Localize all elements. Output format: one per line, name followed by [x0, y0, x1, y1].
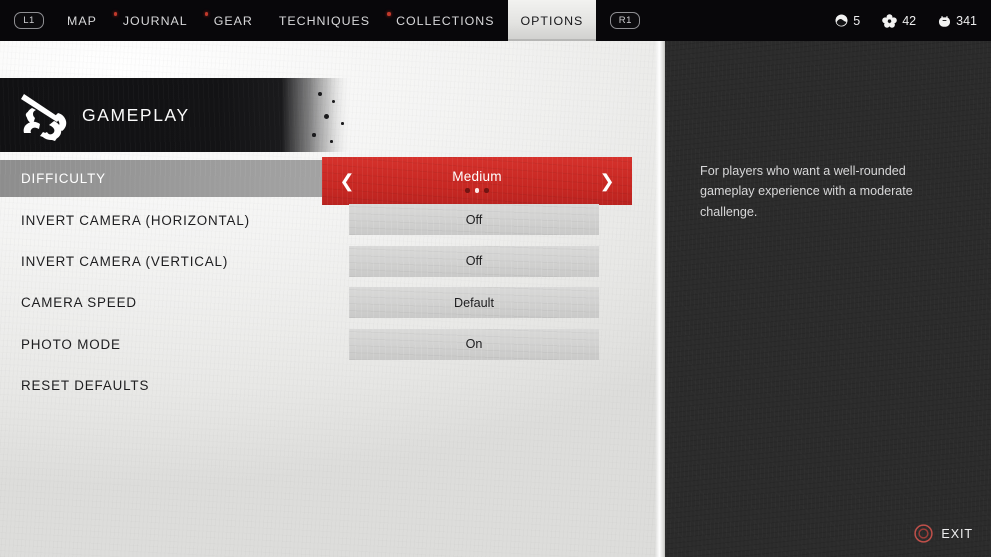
selected-value: Medium [452, 169, 502, 185]
tab-gear[interactable]: GEAR [201, 0, 266, 41]
option-row-camera-speed[interactable]: CAMERA SPEED Default [0, 282, 663, 323]
difficulty-selector[interactable]: ❮ Medium ❯ [322, 157, 632, 205]
selector-center: Medium [322, 157, 632, 205]
option-value-pill[interactable]: Default [349, 287, 599, 319]
resource-value: 341 [956, 13, 977, 28]
tab-label: TECHNIQUES [278, 13, 371, 28]
option-label: INVERT CAMERA (HORIZONTAL) [21, 212, 250, 228]
detail-panel: For players who want a well-rounded game… [663, 41, 991, 557]
position-dot-active [474, 188, 480, 193]
exit-button[interactable]: EXIT [914, 524, 973, 543]
resource-value: 5 [853, 13, 861, 28]
flower-icon [882, 13, 898, 28]
options-list: DIFFICULTY ❮ Medium ❯ INVERT CAMERA (HOR… [0, 41, 663, 406]
option-description: For players who want a well-rounded game… [700, 164, 913, 219]
tab-collections[interactable]: COLLECTIONS [383, 0, 507, 41]
top-navigation-bar: L1 MAP JOURNAL GEAR TECHNIQUES COLLECTIO… [0, 0, 991, 41]
option-value: On [465, 337, 483, 352]
option-value: Off [465, 254, 483, 269]
nav-tabs: MAP JOURNAL GEAR TECHNIQUES COLLECTIONS … [54, 0, 597, 41]
option-value-pill[interactable]: Off [349, 245, 599, 277]
tab-label: OPTIONS [520, 13, 584, 28]
option-label: INVERT CAMERA (VERTICAL) [21, 253, 229, 269]
tab-label: MAP [67, 13, 97, 28]
tab-options[interactable]: OPTIONS [507, 0, 597, 41]
supplies-pouch-icon [939, 15, 951, 27]
option-value-pill[interactable]: On [349, 328, 599, 360]
charm-stone-icon [835, 14, 848, 27]
position-dot [484, 188, 489, 193]
option-value: Off [465, 212, 483, 227]
options-screen: GAMEPLAY DIFFICULTY ❮ Medium ❯ INVERT CA… [0, 0, 991, 557]
option-label: CAMERA SPEED [21, 295, 137, 311]
option-label: DIFFICULTY [21, 171, 106, 187]
resource-charm-stone: 5 [835, 14, 860, 28]
l1-bumper-button[interactable]: L1 [14, 12, 44, 29]
value-position-dots [465, 188, 489, 193]
option-label: RESET DEFAULTS [21, 378, 150, 394]
option-row-invert-camera-vertical[interactable]: INVERT CAMERA (VERTICAL) Off [0, 241, 663, 282]
tab-label: JOURNAL [122, 13, 188, 28]
exit-label: EXIT [941, 526, 973, 541]
notification-dot-icon [113, 12, 118, 16]
tab-label: COLLECTIONS [396, 13, 495, 28]
next-value-arrow[interactable]: ❯ [590, 157, 624, 205]
tab-journal[interactable]: JOURNAL [110, 0, 201, 41]
option-row-invert-camera-horizontal[interactable]: INVERT CAMERA (HORIZONTAL) Off [0, 199, 663, 240]
resource-counters: 5 42 341 [835, 0, 977, 41]
notification-dot-icon [204, 12, 209, 16]
notification-dot-icon [387, 12, 391, 16]
resource-supplies: 341 [938, 14, 977, 28]
option-row-difficulty[interactable]: DIFFICULTY ❮ Medium ❯ [0, 157, 663, 205]
tab-techniques[interactable]: TECHNIQUES [266, 0, 383, 41]
option-row-reset-defaults[interactable]: RESET DEFAULTS [0, 365, 663, 406]
resource-flowers: 42 [882, 14, 916, 28]
r1-bumper-button[interactable]: R1 [610, 12, 641, 29]
option-value: Default [454, 295, 494, 310]
option-row-photo-mode[interactable]: PHOTO MODE On [0, 324, 663, 365]
position-dot [465, 188, 470, 193]
resource-value: 42 [902, 13, 917, 28]
tab-label: GEAR [213, 13, 253, 28]
option-label: PHOTO MODE [21, 336, 121, 352]
tab-map[interactable]: MAP [54, 0, 110, 41]
option-value-pill[interactable]: Off [349, 204, 599, 236]
circle-button-icon [914, 524, 934, 543]
